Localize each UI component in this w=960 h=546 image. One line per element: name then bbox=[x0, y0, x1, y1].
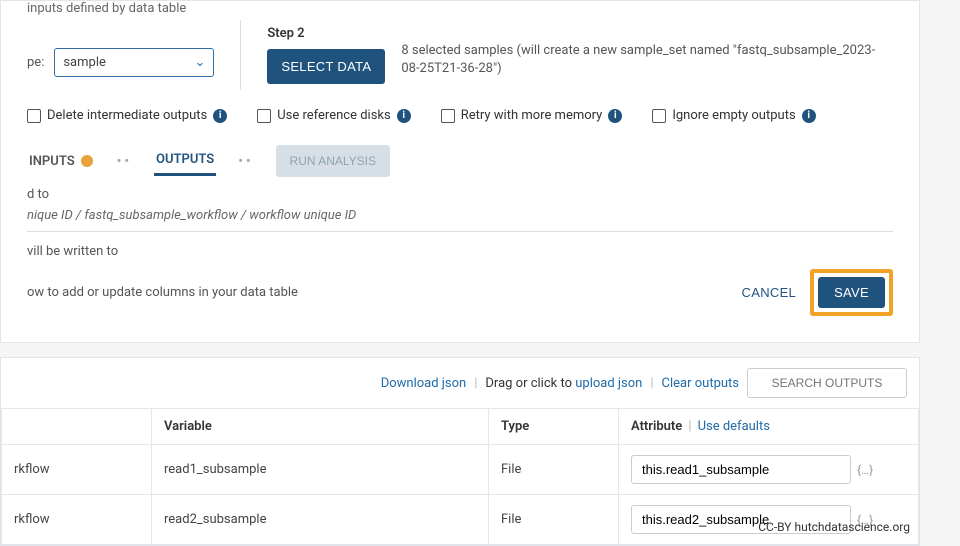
option-ignore-empty[interactable]: Ignore empty outputs i bbox=[652, 108, 815, 123]
option-label: Use reference disks bbox=[277, 108, 390, 123]
chevron-down-icon: ⌄ bbox=[194, 55, 205, 70]
upload-json-link[interactable]: upload json bbox=[575, 376, 642, 391]
save-highlight: SAVE bbox=[810, 269, 893, 316]
info-icon[interactable]: i bbox=[608, 109, 622, 123]
written-to-prefix: d to bbox=[19, 187, 901, 202]
cancel-button[interactable]: CANCEL bbox=[742, 285, 797, 300]
select-data-button[interactable]: SELECT DATA bbox=[267, 49, 385, 84]
separator: | bbox=[650, 376, 653, 391]
vertical-divider bbox=[240, 20, 241, 90]
root-type-value: sample bbox=[63, 55, 106, 70]
run-analysis-button: RUN ANALYSIS bbox=[276, 145, 390, 177]
cell-task: rkflow bbox=[2, 445, 152, 495]
option-label: Retry with more memory bbox=[461, 108, 603, 123]
col-type[interactable]: Type bbox=[489, 409, 619, 445]
horizontal-divider bbox=[27, 231, 893, 232]
checkbox-icon bbox=[652, 109, 666, 123]
struct-builder-icon[interactable]: {…} bbox=[857, 463, 873, 477]
option-label: Delete intermediate outputs bbox=[47, 108, 207, 123]
tab-inputs[interactable]: INPUTS bbox=[27, 148, 95, 175]
checkbox-icon bbox=[27, 109, 41, 123]
cell-type: File bbox=[489, 445, 619, 495]
save-button[interactable]: SAVE bbox=[818, 277, 885, 308]
step2-label: Step 2 bbox=[267, 26, 385, 41]
checkbox-icon bbox=[441, 109, 455, 123]
dots-icon: •• bbox=[117, 154, 132, 169]
root-type-label: pe: bbox=[27, 55, 44, 70]
checkbox-icon bbox=[257, 109, 271, 123]
use-defaults-link[interactable]: Use defaults bbox=[698, 419, 770, 434]
cell-task: rkflow bbox=[2, 495, 152, 545]
attribution: CC-BY hutchdatascience.org bbox=[758, 520, 910, 534]
attribute-input[interactable] bbox=[631, 455, 851, 484]
clear-outputs-link[interactable]: Clear outputs bbox=[662, 376, 739, 391]
search-outputs-input[interactable] bbox=[747, 368, 907, 398]
inputs-note: inputs defined by data table bbox=[19, 1, 901, 16]
col-attribute[interactable]: Attribute | Use defaults bbox=[619, 409, 919, 445]
written-to-label: vill be written to bbox=[19, 244, 901, 259]
cell-type: File bbox=[489, 495, 619, 545]
dots-icon: •• bbox=[238, 154, 253, 169]
info-icon[interactable]: i bbox=[802, 109, 816, 123]
warning-icon bbox=[81, 155, 93, 167]
col-task[interactable] bbox=[2, 409, 152, 445]
help-text: ow to add or update columns in your data… bbox=[27, 285, 298, 300]
root-type-select[interactable]: sample ⌄ bbox=[54, 48, 214, 77]
info-icon[interactable]: i bbox=[213, 109, 227, 123]
table-row: rkflowread1_subsampleFile {…} bbox=[2, 445, 919, 495]
option-delete-intermediate[interactable]: Delete intermediate outputs i bbox=[27, 108, 227, 123]
option-label: Ignore empty outputs bbox=[672, 108, 795, 123]
selected-samples-description: 8 selected samples (will create a new sa… bbox=[401, 42, 881, 78]
cell-variable: read1_subsample bbox=[152, 445, 489, 495]
option-retry-memory[interactable]: Retry with more memory i bbox=[441, 108, 623, 123]
tab-outputs[interactable]: OUTPUTS bbox=[154, 146, 216, 176]
col-variable[interactable]: Variable bbox=[152, 409, 489, 445]
upload-json-area[interactable]: Drag or click to upload json bbox=[485, 376, 642, 391]
option-reference-disks[interactable]: Use reference disks i bbox=[257, 108, 410, 123]
output-path: nique ID / fastq_subsample_workflow / wo… bbox=[19, 208, 901, 223]
info-icon[interactable]: i bbox=[397, 109, 411, 123]
cell-variable: read2_subsample bbox=[152, 495, 489, 545]
separator: | bbox=[474, 376, 477, 391]
download-json-link[interactable]: Download json bbox=[381, 376, 467, 391]
